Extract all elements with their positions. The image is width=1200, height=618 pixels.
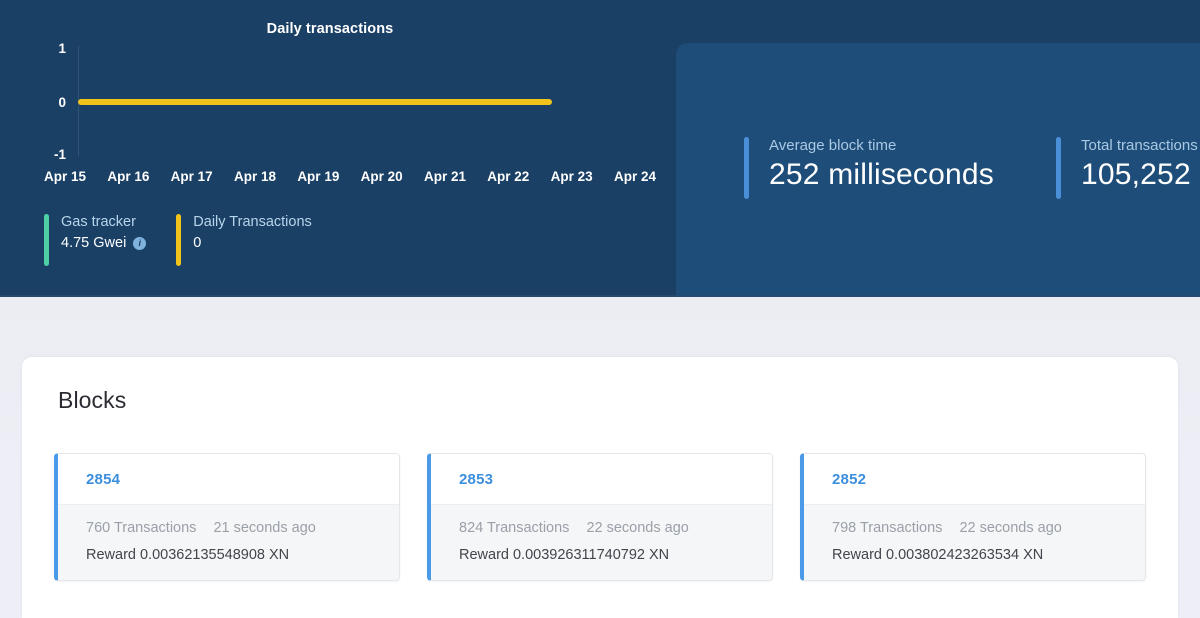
stat-average-block-time: Average block time 252 milliseconds xyxy=(744,137,994,199)
block-reward: Reward 0.003802423263534 XN xyxy=(832,547,1044,563)
x-axis-tick: Apr 22 xyxy=(487,169,530,184)
info-circle-icon[interactable]: i xyxy=(133,236,147,250)
block-card-body: 824 Transactions 22 seconds ago Reward 0… xyxy=(431,504,772,580)
gas-tracker-item[interactable]: Gas tracker 4.75 Gwei i xyxy=(44,214,147,266)
daily-transactions-value: 0 xyxy=(193,235,202,251)
block-age: 22 seconds ago xyxy=(959,520,1062,536)
block-transactions-count: 824 Transactions xyxy=(459,520,570,536)
stat-value: 105,252 xyxy=(1080,158,1191,191)
y-axis-tick-1: 1 xyxy=(58,41,66,56)
blocks-list: 2854 760 Transactions 21 seconds ago Rew… xyxy=(54,453,1146,581)
stat-accent-bar xyxy=(1055,137,1061,199)
chart-series-line xyxy=(78,99,552,105)
hero-bottom-edge xyxy=(0,295,1200,297)
daily-transactions-item[interactable]: Daily Transactions 0 xyxy=(176,214,312,266)
block-card-header: 2854 xyxy=(58,454,399,504)
stat-label: Total transactions xyxy=(1080,137,1198,154)
block-card-header: 2852 xyxy=(804,454,1145,504)
gas-tracker-label: Gas tracker xyxy=(61,214,136,230)
block-meta: 798 Transactions 22 seconds ago xyxy=(832,520,1145,536)
x-axis-tick: Apr 16 xyxy=(107,169,150,184)
y-axis-tick-minus-1: -1 xyxy=(53,147,66,162)
x-axis-tick: Apr 19 xyxy=(297,169,340,184)
block-reward: Reward 0.00362135548908 XN xyxy=(86,547,290,563)
block-card-body: 798 Transactions 22 seconds ago Reward 0… xyxy=(804,504,1145,580)
gas-tracker-accent-bar xyxy=(44,214,49,266)
x-axis-tick: Apr 18 xyxy=(233,169,277,184)
block-age: 22 seconds ago xyxy=(586,520,689,536)
daily-transactions-label: Daily Transactions xyxy=(193,214,312,230)
chart-x-axis: Apr 15 Apr 16 Apr 17 Apr 18 Apr 19 Apr 2… xyxy=(44,169,656,184)
block-card[interactable]: 2854 760 Transactions 21 seconds ago Rew… xyxy=(54,453,400,581)
block-card[interactable]: 2853 824 Transactions 22 seconds ago Rew… xyxy=(427,453,773,581)
x-axis-tick: Apr 21 xyxy=(423,169,466,184)
block-meta: 760 Transactions 21 seconds ago xyxy=(86,520,399,536)
block-transactions-count: 798 Transactions xyxy=(832,520,943,536)
gas-tracker-value: 4.75 Gwei i xyxy=(61,235,147,251)
block-reward: Reward 0.003926311740792 XN xyxy=(459,547,670,563)
daily-transactions-accent-bar xyxy=(176,214,182,266)
x-axis-tick: Apr 15 xyxy=(44,169,87,184)
x-axis-tick: Apr 20 xyxy=(360,169,403,184)
hero-stats: Average block time 252 milliseconds Tota… xyxy=(744,137,1198,199)
x-axis-tick: Apr 23 xyxy=(550,169,593,184)
block-card-body: 760 Transactions 21 seconds ago Reward 0… xyxy=(58,504,399,580)
chart-title: Daily transactions xyxy=(266,21,394,37)
x-axis-tick: Apr 24 xyxy=(613,169,656,184)
block-number-link[interactable]: 2854 xyxy=(86,471,120,488)
y-axis-tick-0: 0 xyxy=(58,95,66,110)
stat-value: 252 milliseconds xyxy=(769,158,994,191)
gas-tracker-strip: Gas tracker 4.75 Gwei i Daily Transactio… xyxy=(44,214,312,266)
blocks-panel: Blocks 2854 760 Transactions 21 seconds … xyxy=(22,357,1178,618)
x-axis-tick: Apr 17 xyxy=(170,169,213,184)
block-number-link[interactable]: 2853 xyxy=(459,471,493,488)
block-meta: 824 Transactions 22 seconds ago xyxy=(459,520,772,536)
block-age: 21 seconds ago xyxy=(213,520,316,536)
stat-label: Average block time xyxy=(769,137,897,154)
block-transactions-count: 760 Transactions xyxy=(86,520,197,536)
block-number-link[interactable]: 2852 xyxy=(832,471,866,488)
block-card[interactable]: 2852 798 Transactions 22 seconds ago Rew… xyxy=(800,453,1146,581)
stat-total-transactions: Total transactions 105,252 xyxy=(1055,137,1198,199)
hero-banner: Daily transactions 1 0 -1 Apr 15 Apr 16 … xyxy=(0,0,1200,297)
daily-transactions-chart: Daily transactions 1 0 -1 Apr 15 Apr 16 … xyxy=(0,0,676,200)
page-title: Blocks xyxy=(58,387,127,413)
stat-accent-bar xyxy=(744,137,749,199)
gas-tracker-amount: 4.75 Gwei xyxy=(61,235,127,251)
block-card-header: 2853 xyxy=(431,454,772,504)
